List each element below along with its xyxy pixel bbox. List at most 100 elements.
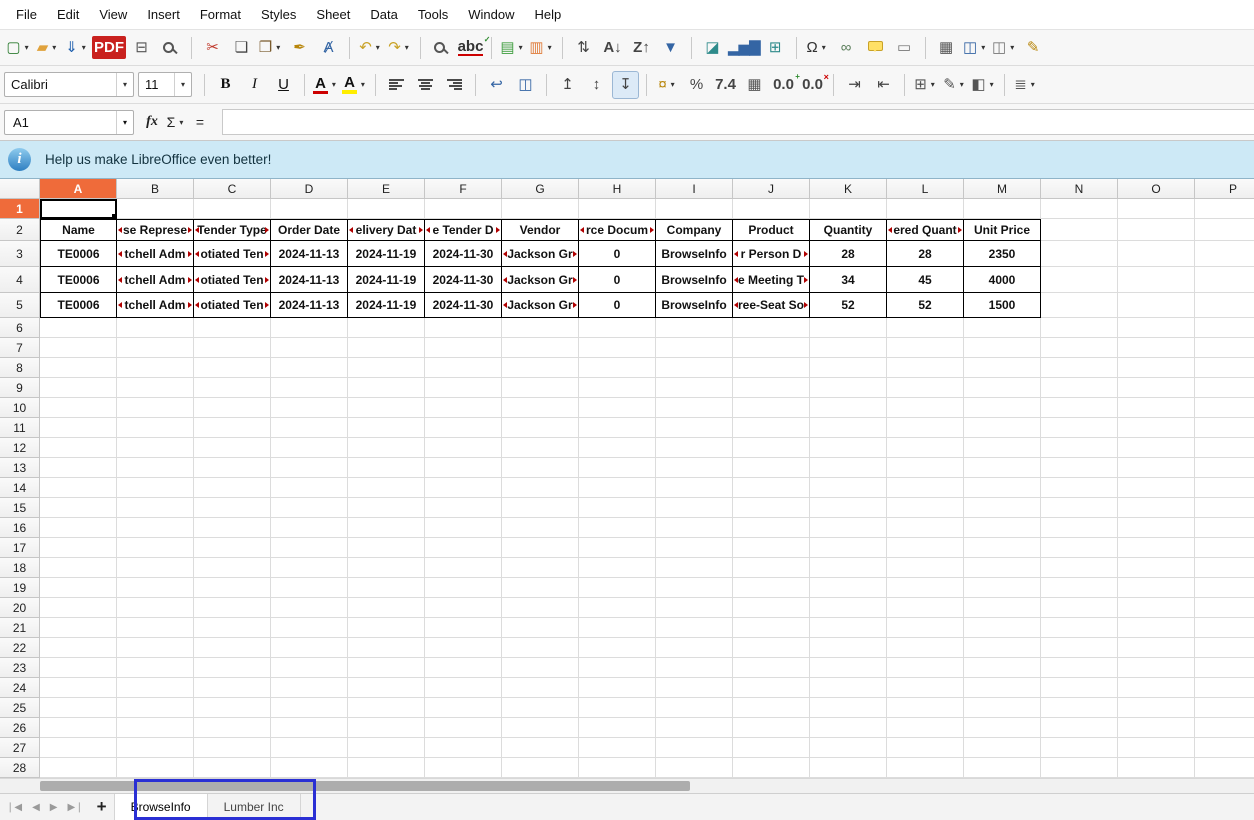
cell-B26[interactable] <box>117 718 194 738</box>
open-dropdown[interactable]: ▾ <box>50 43 58 52</box>
redo-icon[interactable]: ↷▾ <box>386 34 413 62</box>
cell-J6[interactable] <box>733 318 810 338</box>
spelling-icon[interactable]: abc <box>457 34 484 62</box>
cell-D9[interactable] <box>271 378 348 398</box>
redo-dropdown[interactable]: ▾ <box>403 43 411 52</box>
cell-C13[interactable] <box>194 458 271 478</box>
insert-columns-icon[interactable]: ▥▾ <box>528 34 555 62</box>
cell-M4[interactable]: 4000 <box>964 267 1041 293</box>
font-color-dropdown[interactable]: ▾ <box>330 80 338 89</box>
row-header-8[interactable]: 8 <box>0 358 40 378</box>
cell-H1[interactable] <box>579 199 656 219</box>
cell-N27[interactable] <box>1041 738 1118 758</box>
cell-N22[interactable] <box>1041 638 1118 658</box>
cell-D4[interactable]: 2024-11-13 <box>271 267 348 293</box>
cell-J20[interactable] <box>733 598 810 618</box>
cell-C14[interactable] <box>194 478 271 498</box>
delete-decimal-place-icon[interactable]: 0.0 <box>799 71 826 99</box>
font-color-icon[interactable]: A▾ <box>312 71 339 99</box>
row-header-11[interactable]: 11 <box>0 418 40 438</box>
cell-L26[interactable] <box>887 718 964 738</box>
cell-G23[interactable] <box>502 658 579 678</box>
cell-G17[interactable] <box>502 538 579 558</box>
cell-K23[interactable] <box>810 658 887 678</box>
cell-L16[interactable] <box>887 518 964 538</box>
cell-K26[interactable] <box>810 718 887 738</box>
cell-A24[interactable] <box>40 678 117 698</box>
cell-N21[interactable] <box>1041 618 1118 638</box>
cell-D12[interactable] <box>271 438 348 458</box>
cell-K20[interactable] <box>810 598 887 618</box>
row-header-9[interactable]: 9 <box>0 378 40 398</box>
cell-O5[interactable] <box>1118 293 1195 318</box>
cell-O3[interactable] <box>1118 241 1195 267</box>
insert-hyperlink-icon[interactable]: ∞ <box>833 34 860 62</box>
cell-N3[interactable] <box>1041 241 1118 267</box>
cell-D10[interactable] <box>271 398 348 418</box>
cell-A14[interactable] <box>40 478 117 498</box>
cell-A3[interactable]: TE0006 <box>40 241 117 267</box>
cell-N12[interactable] <box>1041 438 1118 458</box>
cell-J5[interactable]: ree-Seat So <box>733 293 810 318</box>
cell-P8[interactable] <box>1195 358 1254 378</box>
cell-D22[interactable] <box>271 638 348 658</box>
cell-O13[interactable] <box>1118 458 1195 478</box>
cell-I1[interactable] <box>656 199 733 219</box>
name-box-dropdown[interactable]: ▾ <box>116 111 133 134</box>
cell-E16[interactable] <box>348 518 425 538</box>
insert-comment-icon[interactable] <box>862 34 889 62</box>
cell-B8[interactable] <box>117 358 194 378</box>
cell-M7[interactable] <box>964 338 1041 358</box>
cell-M15[interactable] <box>964 498 1041 518</box>
cell-F15[interactable] <box>425 498 502 518</box>
column-header-G[interactable]: G <box>502 179 579 199</box>
cell-P10[interactable] <box>1195 398 1254 418</box>
cell-A17[interactable] <box>40 538 117 558</box>
wrap-text-icon[interactable]: ↩ <box>483 71 510 99</box>
cell-A8[interactable] <box>40 358 117 378</box>
cell-L7[interactable] <box>887 338 964 358</box>
save-dropdown[interactable]: ▾ <box>80 43 88 52</box>
cell-G24[interactable] <box>502 678 579 698</box>
row-header-12[interactable]: 12 <box>0 438 40 458</box>
row-header-27[interactable]: 27 <box>0 738 40 758</box>
sum-icon[interactable]: Σ▾ <box>164 109 188 135</box>
cell-F13[interactable] <box>425 458 502 478</box>
sort-icon[interactable]: ⇅ <box>570 34 597 62</box>
column-header-B[interactable]: B <box>117 179 194 199</box>
cell-E21[interactable] <box>348 618 425 638</box>
sheet-tab-browseinfo[interactable]: BrowseInfo <box>114 794 208 820</box>
cell-D27[interactable] <box>271 738 348 758</box>
cell-J18[interactable] <box>733 558 810 578</box>
row-header-2[interactable]: 2 <box>0 219 40 241</box>
function-wizard-icon[interactable]: fx <box>140 109 164 135</box>
cell-M22[interactable] <box>964 638 1041 658</box>
row-header-28[interactable]: 28 <box>0 758 40 778</box>
cell-J25[interactable] <box>733 698 810 718</box>
cell-F28[interactable] <box>425 758 502 778</box>
undo-dropdown[interactable]: ▾ <box>374 43 382 52</box>
column-header-A[interactable]: A <box>40 179 117 199</box>
cell-B21[interactable] <box>117 618 194 638</box>
cell-C21[interactable] <box>194 618 271 638</box>
cell-E10[interactable] <box>348 398 425 418</box>
menu-view[interactable]: View <box>89 2 137 27</box>
cell-D3[interactable]: 2024-11-13 <box>271 241 348 267</box>
cell-M12[interactable] <box>964 438 1041 458</box>
cell-J1[interactable] <box>733 199 810 219</box>
cell-H16[interactable] <box>579 518 656 538</box>
cell-G5[interactable]: Jackson Gr <box>502 293 579 318</box>
last-sheet-icon[interactable]: ▶❘ <box>67 802 83 813</box>
cell-I20[interactable] <box>656 598 733 618</box>
new-document-icon[interactable]: ▢▾ <box>5 34 32 62</box>
cell-P16[interactable] <box>1195 518 1254 538</box>
cell-B17[interactable] <box>117 538 194 558</box>
cell-L22[interactable] <box>887 638 964 658</box>
cell-A13[interactable] <box>40 458 117 478</box>
cell-H18[interactable] <box>579 558 656 578</box>
cell-N15[interactable] <box>1041 498 1118 518</box>
row-header-6[interactable]: 6 <box>0 318 40 338</box>
cell-H17[interactable] <box>579 538 656 558</box>
cell-E23[interactable] <box>348 658 425 678</box>
cell-F25[interactable] <box>425 698 502 718</box>
